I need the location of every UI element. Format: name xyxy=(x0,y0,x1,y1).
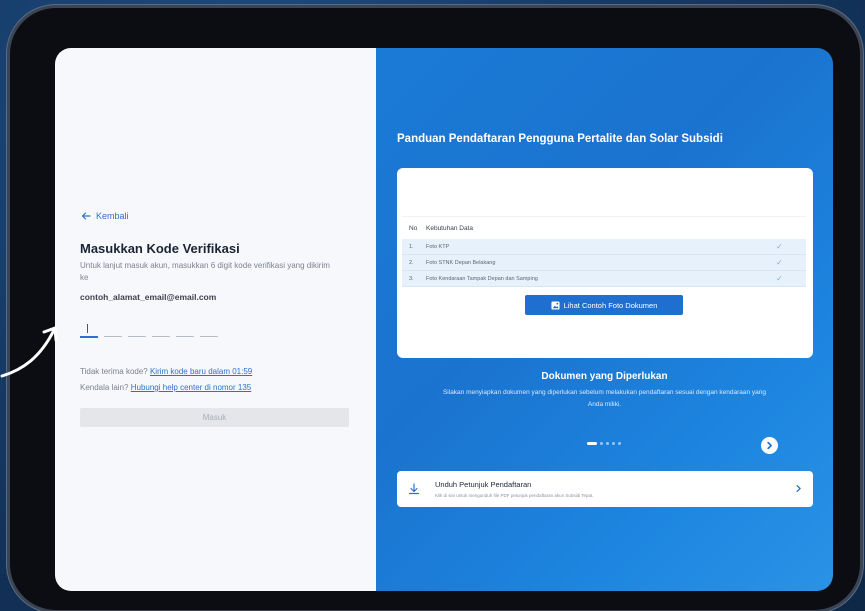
header-item: Kebutuhan Data xyxy=(426,224,473,232)
submit-button[interactable]: Masuk xyxy=(80,408,349,427)
table-header: No Kebutuhan Data xyxy=(402,216,806,240)
screen: Kembali Masukkan Kode Verifikasi Untuk l… xyxy=(55,48,833,591)
view-sample-label: Lihat Contoh Foto Dokumen xyxy=(563,300,658,310)
tablet-frame: Kembali Masukkan Kode Verifikasi Untuk l… xyxy=(10,8,860,610)
row-item: Foto Kendaraan Tampak Depan dan Samping xyxy=(426,275,538,282)
text-cursor xyxy=(87,324,88,333)
back-label: Kembali xyxy=(96,211,129,221)
section-description: Silakan menyiapkan dokumen yang diperluk… xyxy=(442,389,767,408)
table-body: 1. Foto KTP ✓ 2. Foto STNK Depan Belakan… xyxy=(402,239,806,287)
download-icon xyxy=(408,483,420,495)
download-guide-card[interactable]: Unduh Petunjuk Pendaftaran Klik di sini … xyxy=(397,471,813,507)
carousel-dot[interactable] xyxy=(606,442,609,445)
download-description: Klik di sini untuk mengunduh file PDF pe… xyxy=(435,493,594,498)
download-title: Unduh Petunjuk Pendaftaran xyxy=(435,480,532,489)
arrow-left-icon xyxy=(81,212,91,220)
row-number: 2. xyxy=(409,259,414,266)
otp-digit-4[interactable] xyxy=(152,320,170,337)
table-row: 3. Foto Kendaraan Tampak Depan dan Sampi… xyxy=(402,271,806,287)
carousel-dots xyxy=(587,442,621,445)
otp-input-group xyxy=(80,320,218,338)
header-no: No xyxy=(409,224,418,232)
check-icon: ✓ xyxy=(776,258,783,267)
check-icon: ✓ xyxy=(776,274,783,283)
resend-prefix: Tidak terima kode? xyxy=(80,367,148,376)
pointer-arrow-icon xyxy=(0,326,58,378)
instruction-text: Untuk lanjut masuk akun, masukkan 6 digi… xyxy=(80,261,330,282)
email-address: contoh_alamat_email@email.com xyxy=(80,292,217,302)
requirements-card: No Kebutuhan Data 1. Foto KTP ✓ 2. Foto … xyxy=(397,168,813,358)
help-center-link[interactable]: Hubungi help center di nomor 135 xyxy=(131,383,252,392)
resend-code-link[interactable]: Kirim kode baru dalam 01:59 xyxy=(150,367,252,376)
row-number: 3. xyxy=(409,275,414,282)
row-number: 1. xyxy=(409,243,414,250)
chevron-right-icon xyxy=(796,484,801,493)
table-row: 2. Foto STNK Depan Belakang ✓ xyxy=(402,255,806,271)
guide-panel: Panduan Pendaftaran Pengguna Pertalite d… xyxy=(376,48,833,591)
resend-row: Tidak terima kode? Kirim kode baru dalam… xyxy=(80,367,252,376)
guide-title: Panduan Pendaftaran Pengguna Pertalite d… xyxy=(397,133,723,145)
row-item: Foto KTP xyxy=(426,243,450,250)
otp-digit-1[interactable] xyxy=(80,320,98,338)
page-title: Masukkan Kode Verifikasi xyxy=(80,241,240,256)
image-icon xyxy=(551,300,560,310)
carousel-dot-active[interactable] xyxy=(587,442,597,445)
view-sample-button[interactable]: Lihat Contoh Foto Dokumen xyxy=(525,295,683,315)
otp-digit-3[interactable] xyxy=(128,320,146,337)
help-prefix: Kendala lain? xyxy=(80,383,129,392)
chevron-right-icon xyxy=(767,441,772,450)
row-item: Foto STNK Depan Belakang xyxy=(426,259,496,266)
help-row: Kendala lain? Hubungi help center di nom… xyxy=(80,383,251,392)
table-row: 1. Foto KTP ✓ xyxy=(402,239,806,255)
otp-digit-5[interactable] xyxy=(176,320,194,337)
otp-digit-2[interactable] xyxy=(104,320,122,337)
otp-digit-6[interactable] xyxy=(200,320,218,337)
check-icon: ✓ xyxy=(776,242,783,251)
back-link[interactable]: Kembali xyxy=(81,211,129,221)
verification-panel: Kembali Masukkan Kode Verifikasi Untuk l… xyxy=(55,48,376,591)
carousel-dot[interactable] xyxy=(600,442,603,445)
carousel-next-button[interactable] xyxy=(761,437,778,454)
carousel-dot[interactable] xyxy=(618,442,621,445)
carousel-dot[interactable] xyxy=(612,442,615,445)
section-title: Dokumen yang Diperlukan xyxy=(541,371,668,382)
